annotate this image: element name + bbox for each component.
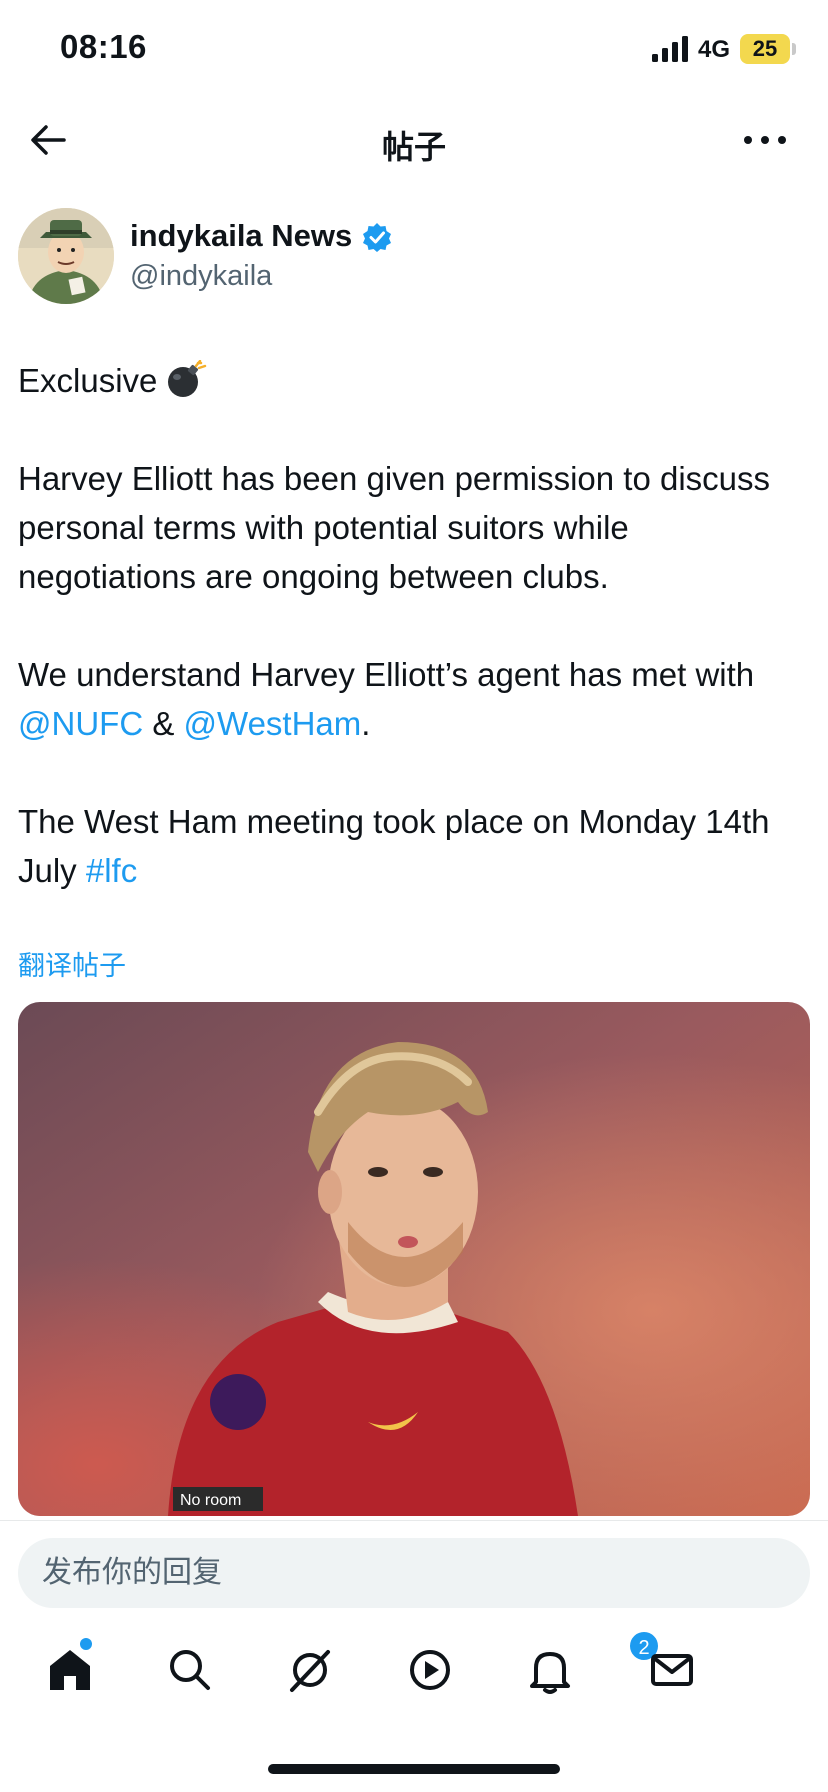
bomb-icon [168, 360, 207, 397]
tweet-paragraph: We understand Harvey Elliott’s agent has… [18, 650, 814, 748]
tab-messages[interactable] [644, 1642, 700, 1698]
battery-level: 25 [740, 34, 790, 64]
tab-search[interactable] [162, 1642, 218, 1698]
tab-home[interactable] [42, 1642, 98, 1698]
mention-link-westham[interactable]: @WestHam [184, 705, 362, 742]
handle[interactable]: @indykaila [130, 260, 272, 293]
nav-bar: 帖子 [0, 100, 828, 180]
player-photo: No room [18, 1002, 810, 1516]
tweet-paragraph: Harvey Elliott has been given permission… [18, 460, 771, 595]
home-indicator [268, 1764, 560, 1774]
translate-post-link[interactable]: 翻译帖子 [18, 944, 126, 983]
tab-notifications[interactable] [522, 1642, 578, 1698]
divider [0, 1520, 828, 1521]
tweet-text: Exclusive Harvey Elliott has been given … [18, 356, 814, 895]
tweet-media-image[interactable]: No room [18, 1002, 810, 1516]
search-icon [170, 1650, 210, 1690]
status-bar: 08:16 4G 25 [0, 0, 828, 100]
avatar[interactable] [18, 208, 114, 304]
text-span: . [361, 705, 371, 742]
network-type: 4G [698, 36, 731, 63]
verified-icon [363, 223, 391, 252]
tab-video[interactable] [402, 1642, 458, 1698]
tab-grok[interactable] [282, 1642, 338, 1698]
reply-input[interactable] [18, 1538, 810, 1608]
display-name[interactable]: indykaila News [130, 218, 352, 254]
more-icon[interactable] [740, 120, 790, 160]
grok-icon [290, 1650, 330, 1692]
home-unread-dot [80, 1638, 92, 1650]
status-time: 08:16 [60, 28, 147, 65]
tweet-paragraph: Exclusive [18, 356, 814, 405]
exclusive-label: Exclusive [18, 362, 158, 399]
mail-icon [651, 1654, 693, 1686]
text-span: & [143, 705, 184, 742]
tweet-paragraph: The West Ham meeting took place on Monda… [18, 797, 814, 895]
battery-tip [792, 43, 796, 55]
bell-icon [530, 1652, 570, 1694]
video-icon [410, 1650, 450, 1690]
tab-bar: 2 [0, 1630, 828, 1720]
back-arrow-icon[interactable] [28, 120, 68, 160]
home-icon [50, 1650, 90, 1690]
signal-icon [652, 36, 688, 62]
text-span: We understand Harvey Elliott’s agent has… [18, 656, 755, 693]
mention-link-nufc[interactable]: @NUFC [18, 705, 143, 742]
shirt-sponsor-text: No room [180, 1492, 241, 1509]
hashtag-link[interactable]: #lfc [86, 852, 137, 889]
avatar-illustration [18, 208, 114, 304]
page-title: 帖子 [381, 129, 446, 165]
